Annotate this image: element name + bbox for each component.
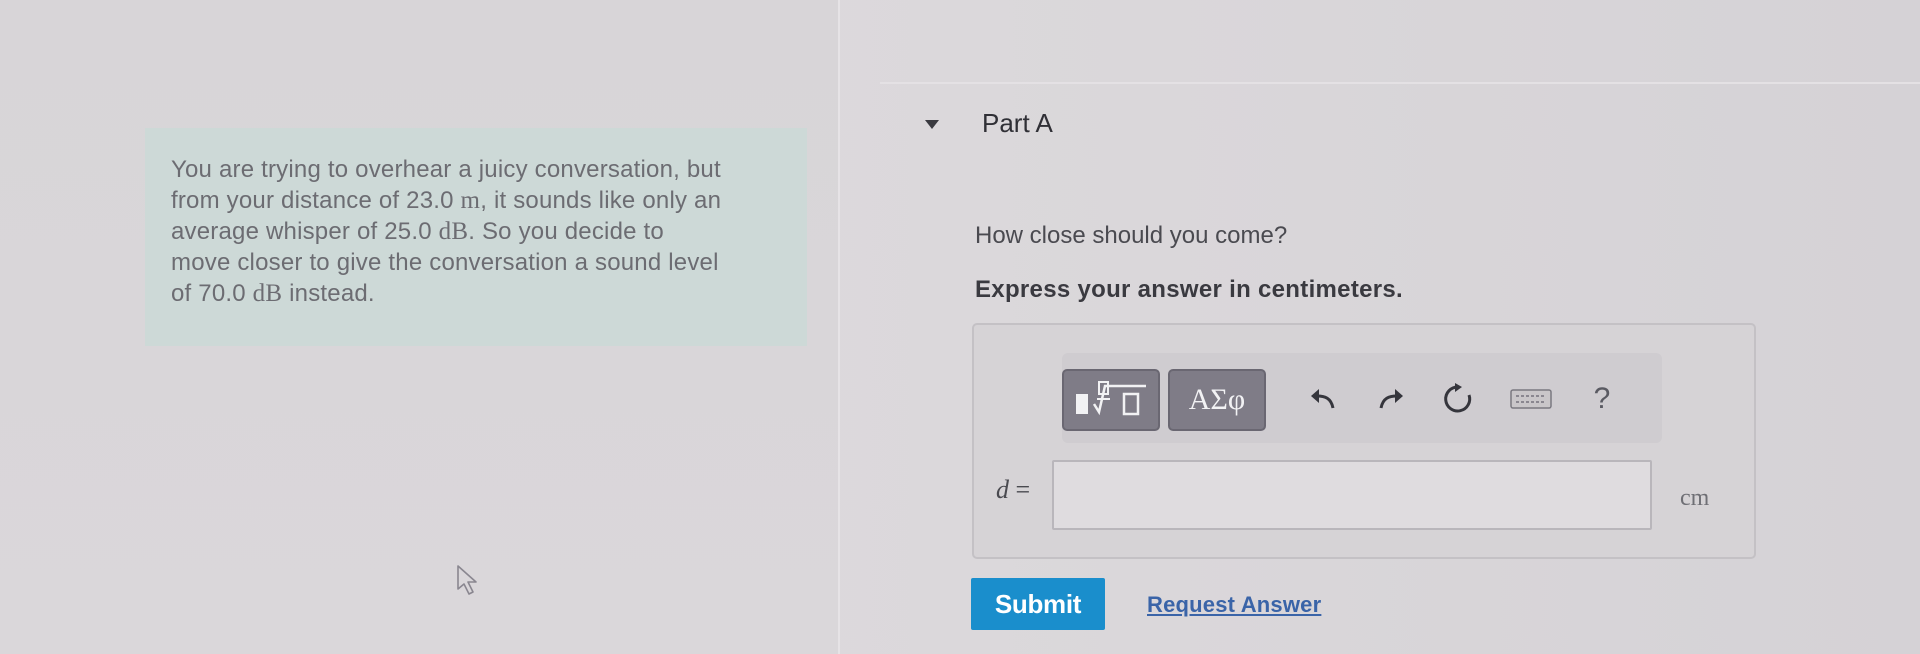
variable-name: d (996, 475, 1009, 504)
answer-input[interactable] (1052, 460, 1652, 530)
symbols-label: ΑΣφ (1188, 383, 1246, 416)
left-pane: You are trying to overhear a juicy conve… (0, 0, 838, 654)
intro-line-1: You are trying to overhear a juicy conve… (171, 156, 721, 183)
math-toolbar: ΑΣφ ? (1062, 353, 1662, 443)
intro-line-2b: , it sounds like only an (480, 187, 722, 214)
unit-decibel: dB (438, 218, 469, 245)
equals-sign: = (1015, 475, 1031, 504)
intro-line-3a: average whisper of 25.0 (171, 218, 439, 245)
greek-symbols-button[interactable]: ΑΣφ (1168, 369, 1266, 431)
intro-line-3b: . So you decide to (468, 218, 664, 245)
problem-intro-box: You are trying to overhear a juicy conve… (145, 128, 807, 346)
intro-line-2a: from your distance of 23.0 (171, 187, 461, 214)
redo-icon[interactable] (1372, 377, 1412, 421)
problem-intro-text: You are trying to overhear a juicy conve… (171, 154, 777, 309)
request-answer-link[interactable]: Request Answer (1147, 592, 1321, 618)
mouse-pointer-icon (455, 564, 485, 603)
reset-icon[interactable] (1438, 377, 1478, 421)
intro-line-5b: instead. (282, 280, 375, 307)
part-a-header[interactable]: Part A (925, 108, 1053, 139)
undo-icon[interactable] (1302, 377, 1342, 421)
part-title: Part A (982, 108, 1053, 138)
section-divider (880, 82, 1920, 84)
unit-decibel-2: dB (252, 280, 283, 307)
keyboard-icon[interactable] (1508, 377, 1554, 421)
unit-meter: m (460, 187, 481, 214)
template-button[interactable] (1062, 369, 1160, 431)
answer-variable-label: d = (996, 475, 1030, 505)
page: You are trying to overhear a juicy conve… (0, 0, 1920, 654)
question-text: How close should you come? (975, 222, 1288, 249)
collapse-triangle-icon[interactable] (925, 120, 939, 129)
instruction-text: Express your answer in centimeters. (975, 276, 1404, 303)
intro-line-4: move closer to give the conversation a s… (171, 249, 719, 276)
answer-box: ΑΣφ ? d = cm (972, 323, 1756, 559)
submit-button[interactable]: Submit (971, 578, 1105, 630)
help-icon[interactable]: ? (1582, 377, 1622, 421)
pane-divider (838, 0, 840, 654)
answer-unit: cm (1680, 485, 1710, 511)
intro-line-5a: of 70.0 (171, 280, 253, 307)
fraction-root-template-icon (1076, 381, 1146, 416)
